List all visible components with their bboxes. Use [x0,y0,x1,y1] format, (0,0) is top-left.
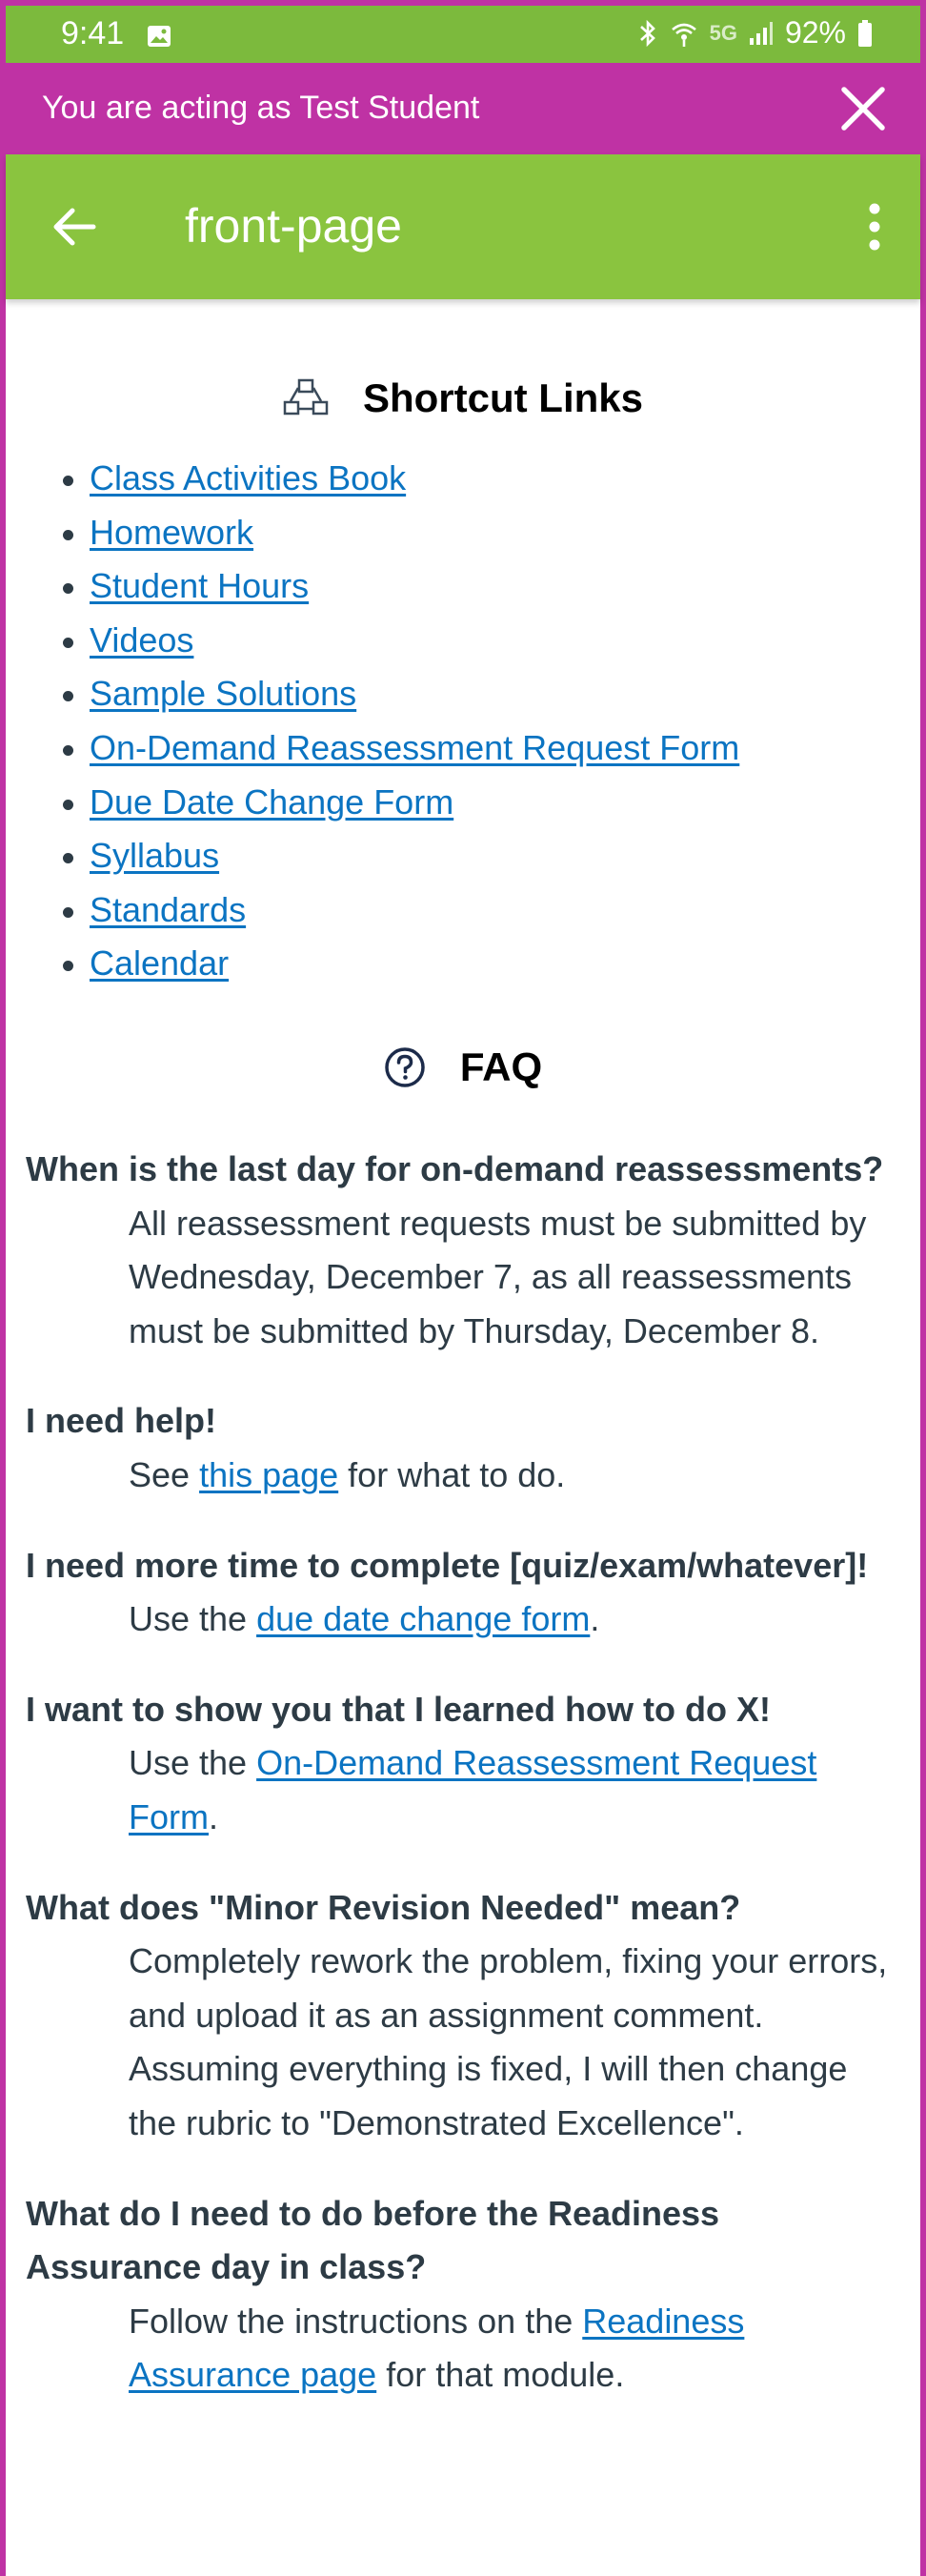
network-label: 5G [709,20,737,45]
faq-question: I need more time to complete [quiz/exam/… [26,1545,869,1585]
faq-answer: Follow the instructions on the Readiness… [26,2295,902,2403]
faq-answer-text: See [129,1454,200,1494]
faq-answer: All reassessment requests must be submit… [129,1203,867,1350]
syllabus-link[interactable]: Syllabus [90,836,219,875]
bluetooth-icon [639,19,655,47]
shortcut-links-heading: Shortcut Links [6,375,920,421]
list-item: Videos [62,614,739,668]
student-view-banner: You are acting as Test Student [0,63,926,154]
faq-answer-text: Follow the instructions on the [129,2301,583,2341]
faq-question: When is the last day for on-demand reass… [26,1149,884,1188]
shortcut-network-icon [283,378,329,416]
question-circle-icon [385,1047,425,1087]
homework-link[interactable]: Homework [90,513,253,552]
faq-question: I want to show you that I learned how to… [26,1689,771,1729]
status-indicators: 5G 92% [637,15,873,51]
shortcut-link-list: Class Activities Book Homework Student H… [6,452,739,991]
page-title: front-page [185,199,402,253]
faq-answer-text: for that module. [376,2355,625,2395]
faq-title: FAQ [459,1045,543,1089]
photo-icon [148,26,171,47]
more-vertical-icon[interactable] [857,198,892,255]
list-item: Student Hours [62,559,739,614]
calendar-link[interactable]: Calendar [90,943,229,983]
faq-answer-text: for what to do. [338,1454,566,1494]
list-item: Homework [62,506,739,560]
class-activities-book-link[interactable]: Class Activities Book [90,458,406,497]
signal-icon [749,21,773,45]
list-item: Due Date Change Form [62,776,739,830]
faq-heading: FAQ [6,1045,920,1090]
faq-question: What does "Minor Revision Needed" mean? [26,1887,741,1927]
faq-answer: Completely rework the problem, fixing yo… [129,1941,888,2142]
battery-icon [858,19,872,47]
faq-answer-text: Use the [129,1743,257,1783]
student-hours-link[interactable]: Student Hours [90,566,309,605]
list-item: On-Demand Reassessment Request Form [62,721,739,776]
videos-link[interactable]: Videos [90,620,193,659]
faq-list: When is the last day for on-demand reass… [26,1143,902,2439]
battery-percent: 92% [784,15,846,50]
reassessment-request-form-link[interactable]: On-Demand Reassessment Request Form [90,728,739,767]
faq-question: What do I need to do before the Readines… [26,2193,720,2287]
list-item: Calendar [62,937,739,991]
wifi-calling-icon [671,23,696,47]
faq-answer-text: . [590,1599,600,1639]
due-date-change-form-link[interactable]: Due Date Change Form [90,782,453,821]
arrow-left-icon[interactable] [46,198,103,255]
status-time: 9:41 [61,15,125,51]
help-page-link[interactable]: this page [199,1455,338,1494]
sample-solutions-link[interactable]: Sample Solutions [90,674,356,713]
app-bar: front-page [6,154,920,299]
faq-answer-text: Use the [129,1599,257,1639]
list-item: Sample Solutions [62,667,739,721]
faq-question: I need help! [26,1401,217,1441]
faq-answer-text: . [209,1796,219,1836]
faq-answer: See this page for what to do. [26,1449,902,1503]
shortcut-links-title: Shortcut Links [362,375,644,420]
status-bar: 9:41 5G 92% [0,0,926,63]
close-icon[interactable] [836,82,890,135]
list-item: Class Activities Book [62,452,739,506]
standards-link[interactable]: Standards [90,890,246,929]
due-date-change-form-inline-link[interactable]: due date change form [256,1599,590,1638]
student-view-text: You are acting as Test Student [42,90,480,126]
list-item: Syllabus [62,829,739,883]
list-item: Standards [62,883,739,938]
faq-answer: Use the On-Demand Reassessment Request F… [26,1736,902,1844]
faq-answer: Use the due date change form. [26,1592,902,1647]
